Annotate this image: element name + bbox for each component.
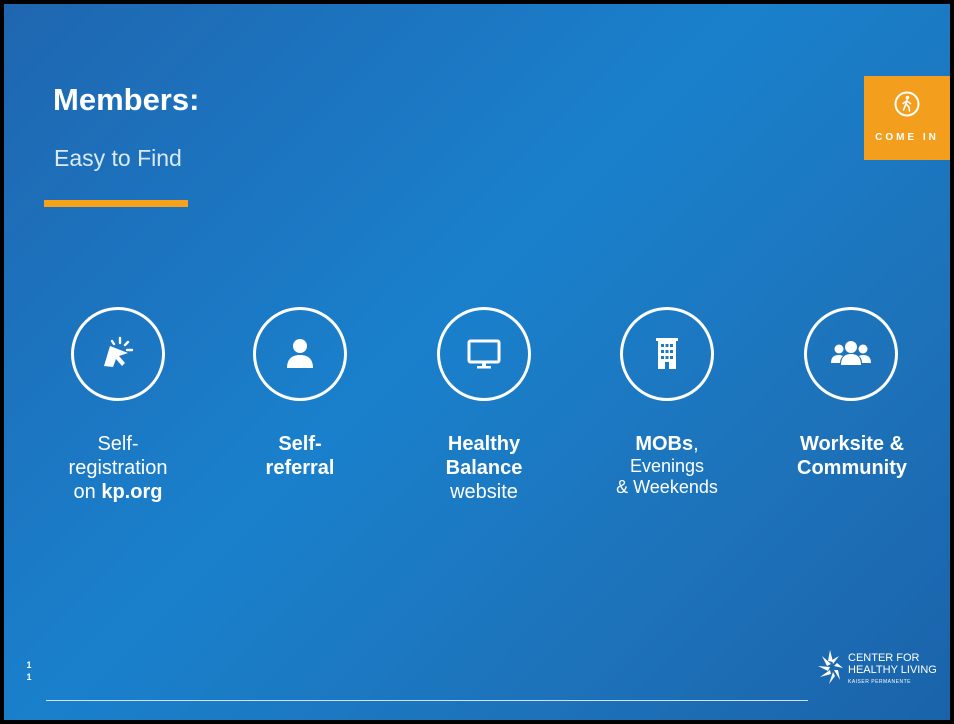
label-line: MOBs, <box>597 432 737 456</box>
healthy-balance-label: Healthy Balance website <box>414 432 554 504</box>
label-text: on <box>73 481 102 503</box>
building-icon <box>656 338 678 369</box>
label-line: website <box>450 481 518 503</box>
label-line: Evenings <box>629 456 705 476</box>
label-line: Community <box>782 456 922 480</box>
center-for-healthy-living-logo: CENTER FOR HEALTHY LIVING KAISER PERMANE… <box>816 644 946 694</box>
come-in-badge: COME IN <box>864 76 950 160</box>
label-line: Self- <box>230 432 370 456</box>
page-number: 1 1 <box>25 659 33 683</box>
slide: Members: Easy to Find COME IN Self- regi… <box>4 4 950 720</box>
label-line: Self- <box>97 433 139 455</box>
footer-divider <box>46 700 808 701</box>
label-line: on kp.org <box>48 480 188 504</box>
label-bold: Healthy <box>447 433 521 455</box>
walking-person-icon <box>894 91 920 117</box>
logo-line: CENTER FOR <box>848 652 920 664</box>
logo-line: HEALTHY LIVING <box>848 664 937 676</box>
label-line: registration <box>68 457 168 479</box>
person-icon <box>287 339 313 368</box>
label-line: & Weekends <box>616 477 718 497</box>
label-bold: Balance <box>445 457 523 479</box>
label-bold: Worksite & <box>799 433 905 455</box>
label-line: Balance <box>414 456 554 480</box>
mobs-text: MOBs <box>635 433 694 455</box>
self-registration-circle <box>71 307 165 401</box>
worksite-circle <box>804 307 898 401</box>
slide-subtitle: Easy to Find <box>54 145 182 171</box>
logo-text: CENTER FOR HEALTHY LIVING <box>848 652 937 676</box>
worksite-label: Worksite & Community <box>782 432 922 480</box>
slide-title: Members: <box>53 82 200 117</box>
label-line: referral <box>230 456 370 480</box>
label-bold: referral <box>265 457 335 479</box>
page-number-digit: 1 <box>26 672 32 682</box>
logo-subtext: KAISER PERMANENTE <box>848 679 911 685</box>
label-line: Worksite & <box>782 432 922 456</box>
self-registration-label: Self- registration on kp.org <box>48 432 188 504</box>
label-bold: Community <box>797 457 907 479</box>
come-in-label: COME IN <box>875 132 939 143</box>
mobs-circle <box>620 307 714 401</box>
self-referral-circle <box>253 307 347 401</box>
label-bold: Self- <box>278 433 322 455</box>
self-referral-label: Self- referral <box>230 432 370 480</box>
cursor-click-icon <box>104 336 134 367</box>
label-text: , <box>693 433 699 455</box>
monitor-icon <box>467 339 501 369</box>
page-number-digit: 1 <box>26 660 32 670</box>
label-line: Healthy <box>414 432 554 456</box>
accent-bar <box>44 200 188 207</box>
kp-sunburst-icon <box>818 650 843 684</box>
kp-org-text: kp.org <box>101 481 163 503</box>
mobs-label: MOBs, Evenings & Weekends <box>597 432 737 498</box>
group-icon <box>831 341 871 365</box>
healthy-balance-circle <box>437 307 531 401</box>
